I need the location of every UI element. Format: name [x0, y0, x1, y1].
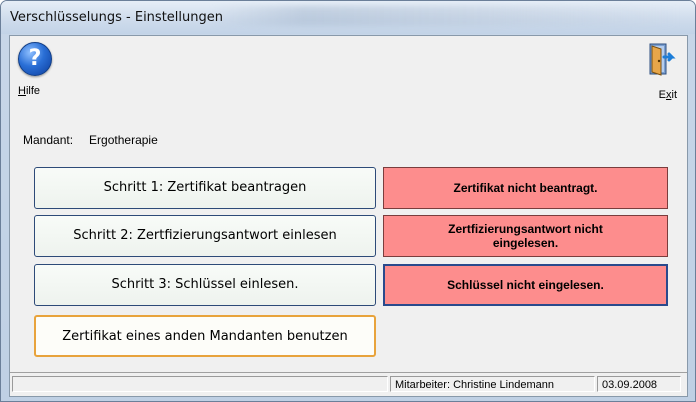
help-icon: ? — [18, 42, 52, 76]
exit-door-icon — [649, 43, 676, 76]
mandant-label: Mandant: — [23, 133, 74, 147]
title-bar[interactable]: Verschlüsselungs - Einstellungen — [1, 1, 695, 34]
exit-label: Exit — [658, 89, 677, 101]
step3-button[interactable]: Schritt 3: Schlüssel einlesen. — [34, 264, 376, 306]
step1-button[interactable]: Schritt 1: Zertifikat beantragen — [34, 167, 376, 209]
step3-status: Schlüssel nicht eingelesen. — [383, 264, 668, 306]
status-panel-main — [12, 376, 388, 392]
mandant-row: Mandant: Ergotherapie — [23, 133, 158, 147]
mandant-value: Ergotherapie — [89, 133, 158, 147]
dialog-window: Verschlüsselungs - Einstellungen ? Hilfe… — [0, 0, 696, 402]
client-area: ? Hilfe Exit Mandant: Ergotherapie Schrit… — [9, 35, 688, 397]
title-bar-background-blur — [211, 6, 681, 26]
status-bar: Mitarbeiter: Christine Lindemann 03.09.2… — [10, 372, 687, 395]
exit-button[interactable]: Exit — [641, 42, 681, 101]
help-button[interactable]: ? Hilfe — [16, 42, 56, 97]
use-other-mandant-certificate-button[interactable]: Zertifikat eines anden Mandanten benutze… — [34, 315, 376, 357]
help-label: Hilfe — [18, 85, 41, 97]
step1-status: Zertifikat nicht beantragt. — [383, 167, 668, 209]
step2-button[interactable]: Schritt 2: Zertfizierungsantwort einlese… — [34, 215, 376, 257]
step2-status: Zertfizierungsantwort nicht eingelesen. — [383, 215, 668, 257]
status-panel-employee: Mitarbeiter: Christine Lindemann — [390, 376, 595, 392]
status-panel-date: 03.09.2008 — [597, 376, 681, 392]
window-title: Verschlüsselungs - Einstellungen — [10, 10, 223, 25]
